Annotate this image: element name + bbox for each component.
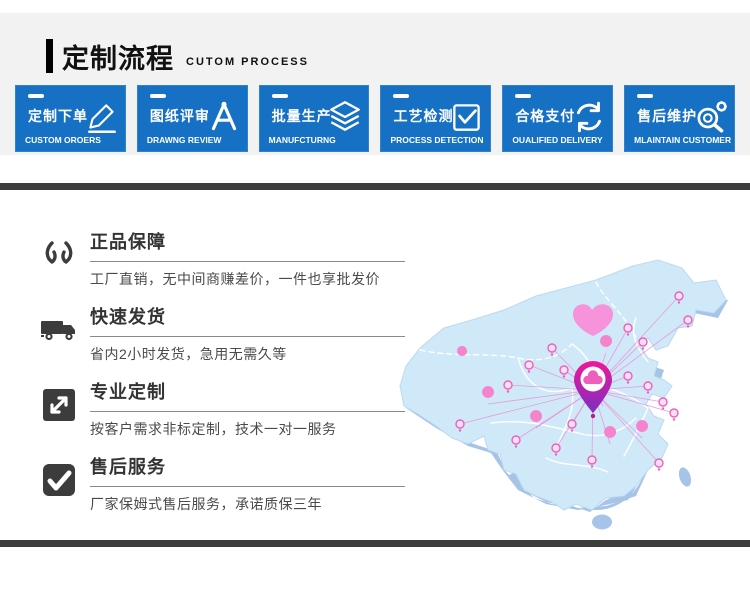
step-manufacturing[interactable]: 批量生产 MANUFCTURNG xyxy=(259,85,370,152)
check-square-icon xyxy=(448,98,486,136)
feature-title: 快速发货 xyxy=(90,299,405,337)
step-label-cn: 图纸评审 xyxy=(150,106,210,126)
feature-title: 正品保障 xyxy=(90,224,405,262)
step-label-en: PROCESS DETECTION xyxy=(390,135,489,145)
section-title: 定制流程 xyxy=(62,37,174,76)
step-label-cn: 工艺检测 xyxy=(393,106,453,126)
step-after-sale-maintain[interactable]: 售后维护 MLAINTAIN CUSTOMER xyxy=(624,85,735,152)
page: 定制流程 CUTOM PROCESS 定制下单 CUSTOM OROERS 图纸… xyxy=(0,0,750,599)
feature-title: 售后服务 xyxy=(90,449,405,487)
step-label-cn: 合格支付 xyxy=(515,106,575,126)
feature-desc: 厂家保姆式售后服务，承诺质保三年 xyxy=(90,487,405,514)
feature-title: 专业定制 xyxy=(90,374,405,412)
step-qualified-delivery[interactable]: 合格支付 OUALIFIED DELIVERY xyxy=(502,85,613,152)
dash-decoration xyxy=(150,94,166,98)
dash-decoration xyxy=(515,94,531,98)
step-label-cn: 定制下单 xyxy=(28,106,88,126)
drafting-icon xyxy=(205,98,243,136)
service-icon xyxy=(692,98,730,136)
check-icon xyxy=(38,459,80,501)
step-label-en: OUALIFIED DELIVERY xyxy=(512,135,611,145)
dash-decoration xyxy=(272,94,288,98)
step-label-en: MLAINTAIN CUSTOMER xyxy=(634,135,733,145)
feature-professional-custom: 专业定制 按客户需求非标定制，技术一对一服务 xyxy=(38,374,418,439)
hands-icon xyxy=(38,234,80,276)
refresh-icon xyxy=(570,98,608,136)
step-label-cn: 售后维护 xyxy=(637,106,697,126)
step-label-en: MANUFCTURNG xyxy=(269,135,368,145)
step-label-en: DRAWNG REVIEW xyxy=(147,135,246,145)
dash-decoration xyxy=(637,94,653,98)
section-subtitle: CUTOM PROCESS xyxy=(186,56,309,68)
step-custom-order[interactable]: 定制下单 CUSTOM OROERS xyxy=(15,85,126,152)
china-shipping-map xyxy=(396,258,748,540)
pencil-icon xyxy=(83,98,121,136)
feature-desc: 省内2小时发货，急用无需久等 xyxy=(90,337,405,364)
dash-decoration xyxy=(393,94,409,98)
header-accent-bar xyxy=(46,39,53,73)
layers-icon xyxy=(326,98,364,136)
divider-bottom xyxy=(0,540,750,547)
step-label-en: CUSTOM OROERS xyxy=(25,135,124,145)
truck-icon xyxy=(38,309,80,351)
step-drawing-review[interactable]: 图纸评审 DRAWNG REVIEW xyxy=(137,85,248,152)
expand-icon xyxy=(38,384,80,426)
feature-desc: 按客户需求非标定制，技术一对一服务 xyxy=(90,412,405,439)
process-steps-row: 定制下单 CUSTOM OROERS 图纸评审 DRAWNG REVIEW 批量… xyxy=(15,85,735,152)
section-header: 定制流程 CUTOM PROCESS xyxy=(46,38,309,74)
step-label-cn: 批量生产 xyxy=(272,106,332,126)
divider-top xyxy=(0,183,750,190)
feature-desc: 工厂直销，无中间商赚差价，一件也享批发价 xyxy=(90,262,405,289)
feature-after-sale-service: 售后服务 厂家保姆式售后服务，承诺质保三年 xyxy=(38,449,418,514)
feature-fast-shipping: 快速发货 省内2小时发货，急用无需久等 xyxy=(38,299,418,364)
dash-decoration xyxy=(28,94,44,98)
feature-authentic-guarantee: 正品保障 工厂直销，无中间商赚差价，一件也享批发价 xyxy=(38,224,418,289)
step-process-detection[interactable]: 工艺检测 PROCESS DETECTION xyxy=(380,85,491,152)
